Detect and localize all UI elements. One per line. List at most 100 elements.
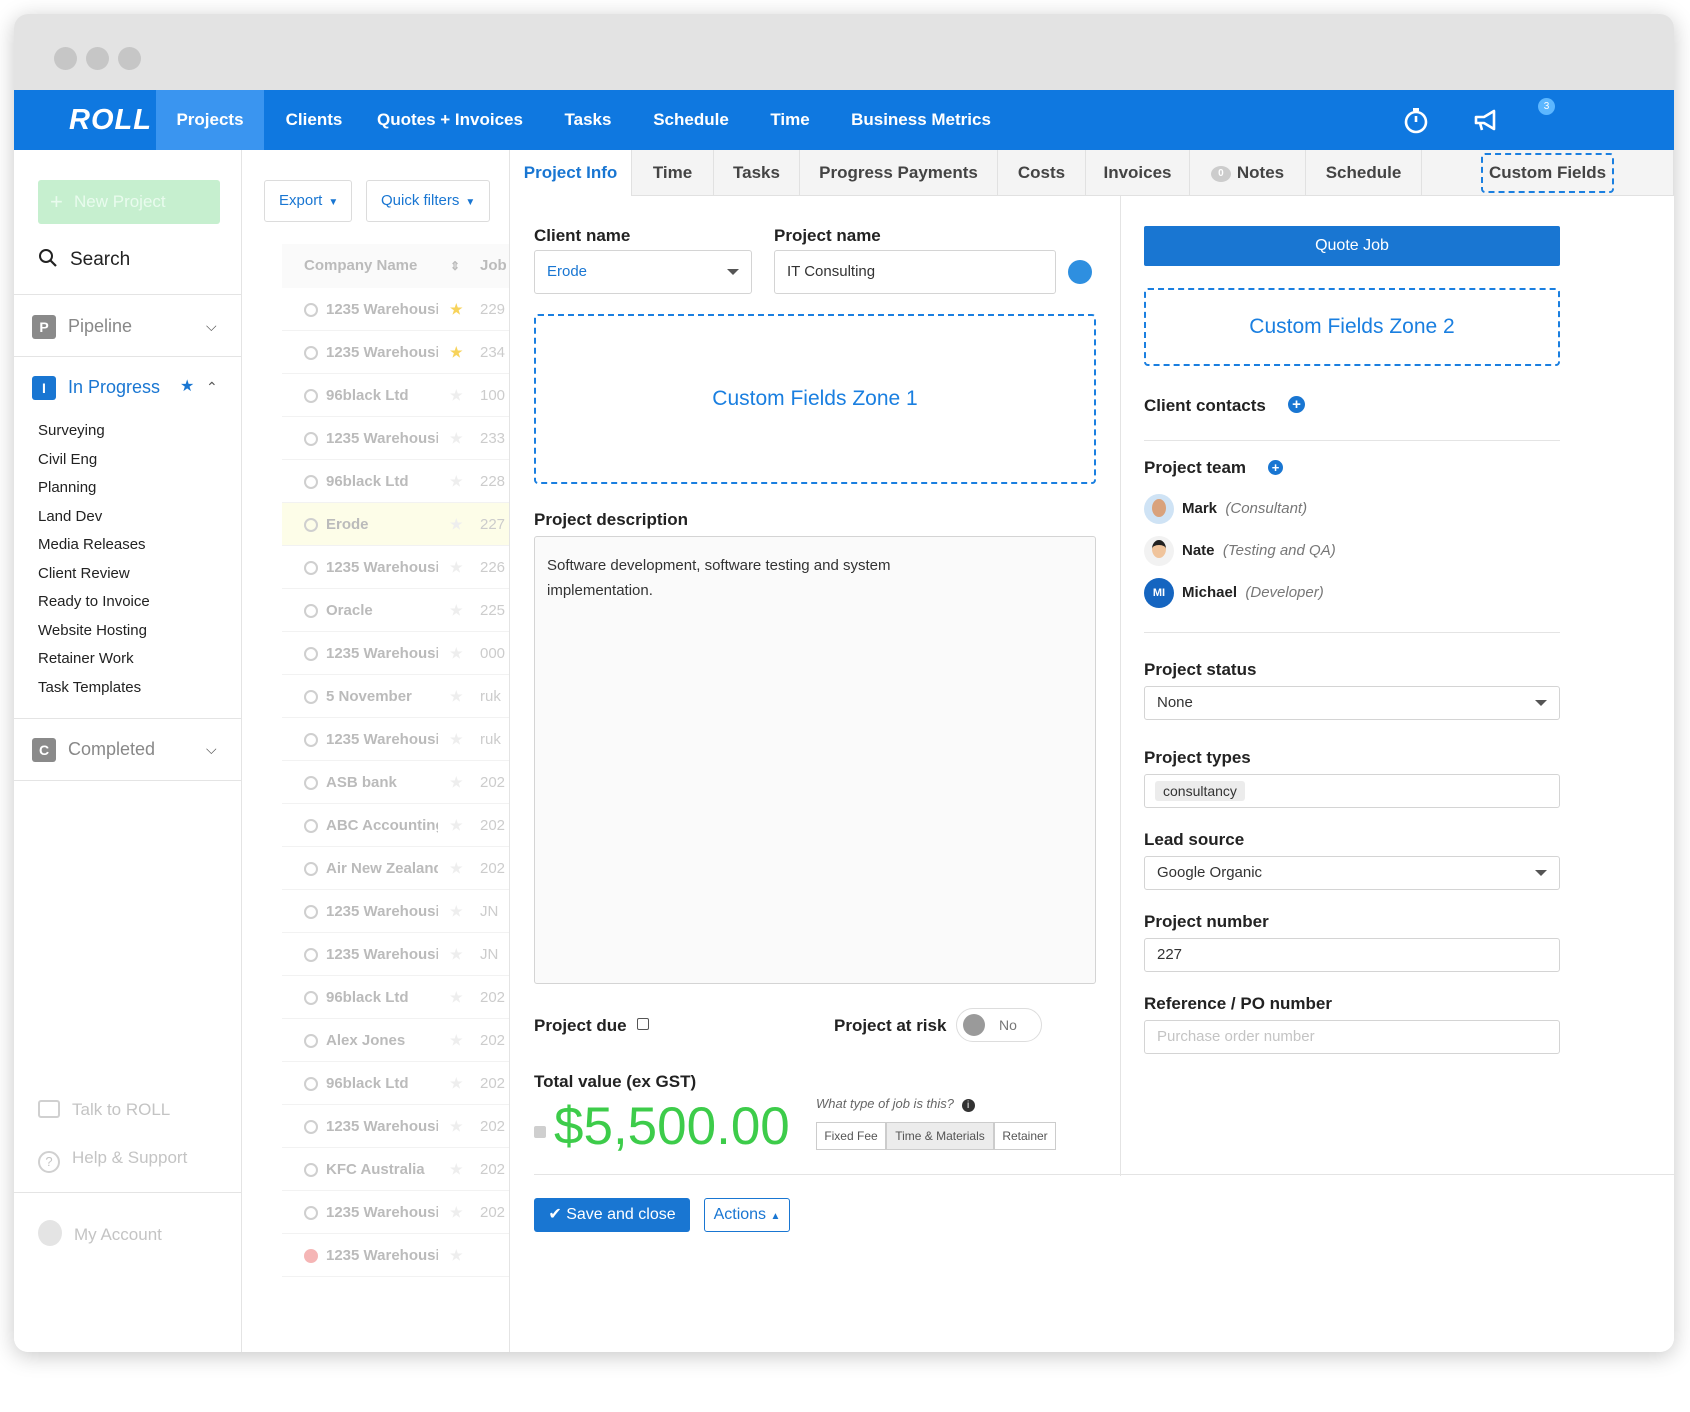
chevron-down-icon[interactable]: ⌵ [206, 318, 217, 335]
star-icon[interactable]: ★ [450, 761, 463, 804]
team-member-nate[interactable]: Nate (Testing and QA) [1182, 542, 1336, 559]
star-icon[interactable]: ★ [450, 1234, 463, 1277]
tab-costs[interactable]: Costs [998, 150, 1086, 196]
tab-schedule[interactable]: Schedule [1306, 150, 1422, 196]
sidebar-item-surveying[interactable]: Surveying [38, 422, 105, 439]
table-row[interactable]: ABC Accounting ★ 202 [282, 804, 509, 847]
add-contact-icon[interactable]: + [1288, 396, 1305, 413]
calendar-icon[interactable] [637, 1018, 650, 1030]
star-icon[interactable]: ★ [450, 503, 463, 546]
star-icon[interactable]: ★ [450, 1019, 463, 1062]
table-row[interactable]: ASB bank ★ 202 [282, 761, 509, 804]
sidebar-item-planning[interactable]: Planning [38, 479, 96, 496]
table-row[interactable]: 1235 Warehousi ★ JN [282, 933, 509, 976]
minimize-dot[interactable] [86, 47, 109, 70]
tab-invoices[interactable]: Invoices [1086, 150, 1190, 196]
info-icon[interactable]: i [961, 1099, 975, 1112]
nav-business-metrics[interactable]: Business Metrics [846, 90, 996, 150]
nav-quotes-invoices[interactable]: Quotes + Invoices [374, 90, 526, 150]
tab-notes[interactable]: 0 Notes [1190, 150, 1306, 196]
star-icon[interactable]: ★ [450, 1191, 463, 1234]
megaphone-icon[interactable] [1470, 104, 1502, 136]
table-row[interactable]: 1235 Warehousi ★ 202 [282, 1191, 509, 1234]
client-name-select[interactable]: Erode [534, 250, 752, 294]
chevron-down-icon[interactable]: ⌵ [206, 741, 217, 758]
sort-icon[interactable]: ⇕ [450, 244, 460, 288]
project-due-label[interactable]: Project due [534, 1016, 650, 1036]
nav-tasks[interactable]: Tasks [554, 90, 622, 150]
star-icon[interactable]: ★ [450, 890, 463, 933]
group-in-progress[interactable]: I In Progress [32, 376, 160, 400]
tab-progress-payments[interactable]: Progress Payments [800, 150, 998, 196]
project-type-tag[interactable]: consultancy [1155, 781, 1245, 801]
nav-projects[interactable]: Projects [156, 90, 264, 150]
star-icon[interactable]: ★ [450, 632, 463, 675]
tab-custom-fields[interactable]: Custom Fields [1422, 150, 1674, 196]
table-row[interactable]: 1235 Warehousi ★ ruk [282, 718, 509, 761]
sidebar-item-land-dev[interactable]: Land Dev [38, 508, 102, 525]
star-icon[interactable]: ★ [450, 1105, 463, 1148]
star-icon[interactable]: ★ [450, 546, 463, 589]
table-row[interactable]: 96black Ltd ★ 202 [282, 1062, 509, 1105]
close-dot[interactable] [54, 47, 77, 70]
project-name-input[interactable]: IT Consulting [774, 250, 1056, 294]
star-icon[interactable]: ★ [450, 374, 463, 417]
sidebar-item-civil-eng[interactable]: Civil Eng [38, 451, 97, 468]
job-type-fixed-fee[interactable]: Fixed Fee [816, 1122, 886, 1150]
sidebar-item-website-hosting[interactable]: Website Hosting [38, 622, 147, 639]
sidebar-item-ready-to-invoice[interactable]: Ready to Invoice [38, 593, 150, 610]
table-row[interactable]: Air New Zealand ★ 202 [282, 847, 509, 890]
nav-clients[interactable]: Clients [276, 90, 352, 150]
column-header-job[interactable]: Job [480, 244, 507, 288]
tab-time[interactable]: Time [632, 150, 714, 196]
star-icon[interactable]: ★ [180, 376, 194, 396]
star-icon[interactable]: ★ [450, 589, 463, 632]
quote-job-button[interactable]: Quote Job [1144, 226, 1560, 266]
export-button[interactable]: Export ▼ [264, 180, 352, 222]
group-pipeline[interactable]: P Pipeline [32, 315, 132, 339]
new-project-button[interactable]: + New Project [38, 180, 220, 224]
table-row[interactable]: Erode ★ 227 [282, 503, 509, 546]
my-account-link[interactable]: My Account [38, 1220, 162, 1246]
reference-po-input[interactable]: Purchase order number [1144, 1020, 1560, 1054]
job-type-time-materials[interactable]: Time & Materials [886, 1122, 994, 1150]
team-member-michael[interactable]: Michael (Developer) [1182, 584, 1324, 601]
nav-schedule[interactable]: Schedule [646, 90, 736, 150]
project-status-select[interactable]: None [1144, 686, 1560, 720]
table-row[interactable]: 96black Ltd ★ 228 [282, 460, 509, 503]
tab-project-info[interactable]: Project Info [510, 150, 632, 196]
star-icon[interactable]: ★ [450, 718, 463, 761]
project-color-swatch[interactable] [1068, 260, 1092, 284]
star-icon[interactable]: ★ [450, 976, 463, 1019]
table-row[interactable]: 1235 Warehousi ★ 234 [282, 331, 509, 374]
table-row[interactable]: 1235 Warehousi ★ 000 [282, 632, 509, 675]
star-icon[interactable]: ★ [450, 675, 463, 718]
sidebar-item-retainer-work[interactable]: Retainer Work [38, 650, 134, 667]
help-support-link[interactable]: ? Help & Support [38, 1148, 187, 1173]
project-types-input[interactable]: consultancy [1144, 774, 1560, 808]
add-team-member-icon[interactable]: + [1268, 460, 1283, 475]
total-value[interactable]: $5,500.00 [554, 1096, 790, 1157]
project-description-textarea[interactable]: Software development, software testing a… [534, 536, 1096, 984]
group-completed[interactable]: C Completed [32, 738, 155, 762]
stopwatch-icon[interactable] [1400, 104, 1432, 136]
sidebar-search[interactable]: Search [38, 248, 130, 271]
quick-filters-button[interactable]: Quick filters ▼ [366, 180, 490, 222]
sidebar-item-client-review[interactable]: Client Review [38, 565, 130, 582]
star-icon[interactable]: ★ [450, 933, 463, 976]
table-row[interactable]: 5 November ★ ruk [282, 675, 509, 718]
table-row[interactable]: 1235 Warehousi ★ 233 [282, 417, 509, 460]
column-header-company[interactable]: Company Name [304, 244, 417, 288]
job-type-retainer[interactable]: Retainer [994, 1122, 1056, 1150]
chevron-up-icon[interactable]: ⌃ [206, 379, 218, 396]
table-row[interactable]: Alex Jones ★ 202 [282, 1019, 509, 1062]
star-icon[interactable]: ★ [450, 1062, 463, 1105]
table-row[interactable]: 1235 Warehousi ★ JN [282, 890, 509, 933]
sidebar-item-media-releases[interactable]: Media Releases [38, 536, 146, 553]
maximize-dot[interactable] [118, 47, 141, 70]
custom-fields-zone-1[interactable]: Custom Fields Zone 1 [534, 314, 1096, 484]
talk-to-roll-link[interactable]: Talk to ROLL [38, 1100, 170, 1120]
project-number-input[interactable]: 227 [1144, 938, 1560, 972]
star-icon[interactable]: ★ [450, 847, 463, 890]
table-row[interactable]: 1235 Warehousi ★ 202 [282, 1105, 509, 1148]
